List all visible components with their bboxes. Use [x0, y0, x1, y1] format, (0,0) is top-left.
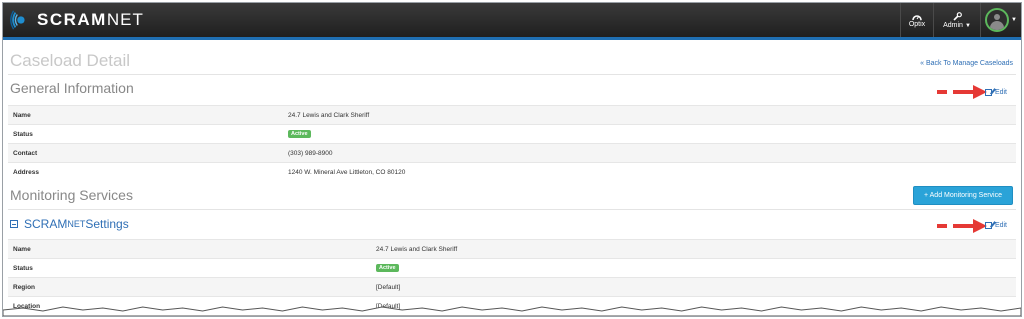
row-value: 24.7 Lewis and Clark Sheriff	[288, 112, 370, 119]
add-monitoring-service-button[interactable]: + Add Monitoring Service	[913, 186, 1013, 205]
section-suffix: NET	[67, 219, 86, 229]
row-label: Status	[13, 131, 33, 138]
top-navbar: SCRAMNET Optix Admin ▼ ▼	[3, 3, 1021, 40]
torn-edge	[3, 306, 1021, 316]
user-menu-button[interactable]: ▼	[980, 3, 1021, 37]
settings-row-name: Name 24.7 Lewis and Clark Sheriff	[8, 239, 1016, 259]
row-label: Address	[13, 169, 40, 176]
row-value: (303) 989-8900	[288, 150, 333, 157]
status-badge: Active	[376, 264, 399, 272]
scramnet-logo-icon	[10, 10, 25, 30]
dashboard-gauge-icon	[912, 14, 922, 20]
admin-label-wrap: Admin ▼	[943, 22, 971, 29]
collapse-minus-icon	[10, 220, 18, 228]
status-badge: Active	[288, 130, 311, 138]
info-row-contact: Contact (303) 989-8900	[8, 143, 1016, 163]
logo-main: SCRAM	[37, 10, 107, 29]
info-row-status: Status Active	[8, 124, 1016, 144]
admin-menu-button[interactable]: Admin ▼	[933, 3, 980, 37]
scramnet-logo[interactable]: SCRAMNET	[9, 8, 144, 32]
row-value: 1240 W. Mineral Ave Littleton, CO 80120	[288, 169, 406, 176]
status-value: Active	[288, 130, 311, 138]
row-label: Region	[13, 284, 36, 291]
annotation-arrow-icon	[937, 219, 987, 233]
row-value: [Default]	[376, 284, 401, 291]
scramnet-settings-toggle[interactable]: SCRAM NET Settings	[10, 217, 129, 231]
logo-text: SCRAMNET	[37, 10, 144, 30]
edit-pencil-icon	[984, 89, 992, 96]
row-label: Name	[13, 246, 31, 253]
edit-pencil-icon	[984, 222, 992, 229]
divider	[8, 74, 1016, 75]
settings-row-region: Region [Default]	[8, 277, 1016, 297]
wrench-icon	[952, 11, 962, 21]
row-label: Status	[13, 265, 33, 272]
user-avatar-icon	[985, 8, 1010, 32]
general-edit-link[interactable]: Edit	[984, 89, 1007, 96]
admin-label: Admin	[943, 21, 963, 29]
back-to-caseloads-link[interactable]: « Back To Manage Caseloads	[920, 60, 1013, 67]
row-label: Contact	[13, 150, 38, 157]
page-title: Caseload Detail	[10, 51, 131, 70]
scramnet-edit-link[interactable]: Edit	[984, 222, 1007, 229]
edit-label: Edit	[994, 89, 1007, 96]
browser-frame: SCRAMNET Optix Admin ▼ ▼ Caseload Detail…	[2, 2, 1022, 317]
section-prefix: SCRAM	[24, 217, 68, 231]
settings-row-status: Status Active	[8, 258, 1016, 278]
annotation-arrow-icon	[937, 85, 987, 99]
edit-label: Edit	[994, 222, 1007, 229]
monitoring-services-heading: Monitoring Services	[10, 187, 133, 203]
caret-down-icon: ▼	[964, 22, 971, 29]
row-value: 24.7 Lewis and Clark Sheriff	[376, 246, 458, 253]
info-row-address: Address 1240 W. Mineral Ave Littleton, C…	[8, 162, 1016, 182]
navbar-right: Optix Admin ▼ ▼	[900, 3, 1021, 37]
row-label: Name	[13, 112, 31, 119]
divider	[8, 209, 1016, 210]
caret-down-icon: ▼	[1011, 17, 1017, 23]
logo-suffix: NET	[106, 10, 144, 29]
info-row-name: Name 24.7 Lewis and Clark Sheriff	[8, 105, 1016, 125]
optix-label: Optix	[908, 20, 926, 28]
general-information-heading: General Information	[10, 80, 134, 96]
section-title: Settings	[85, 217, 129, 231]
optix-nav-button[interactable]: Optix	[900, 3, 933, 37]
status-value: Active	[376, 264, 399, 272]
